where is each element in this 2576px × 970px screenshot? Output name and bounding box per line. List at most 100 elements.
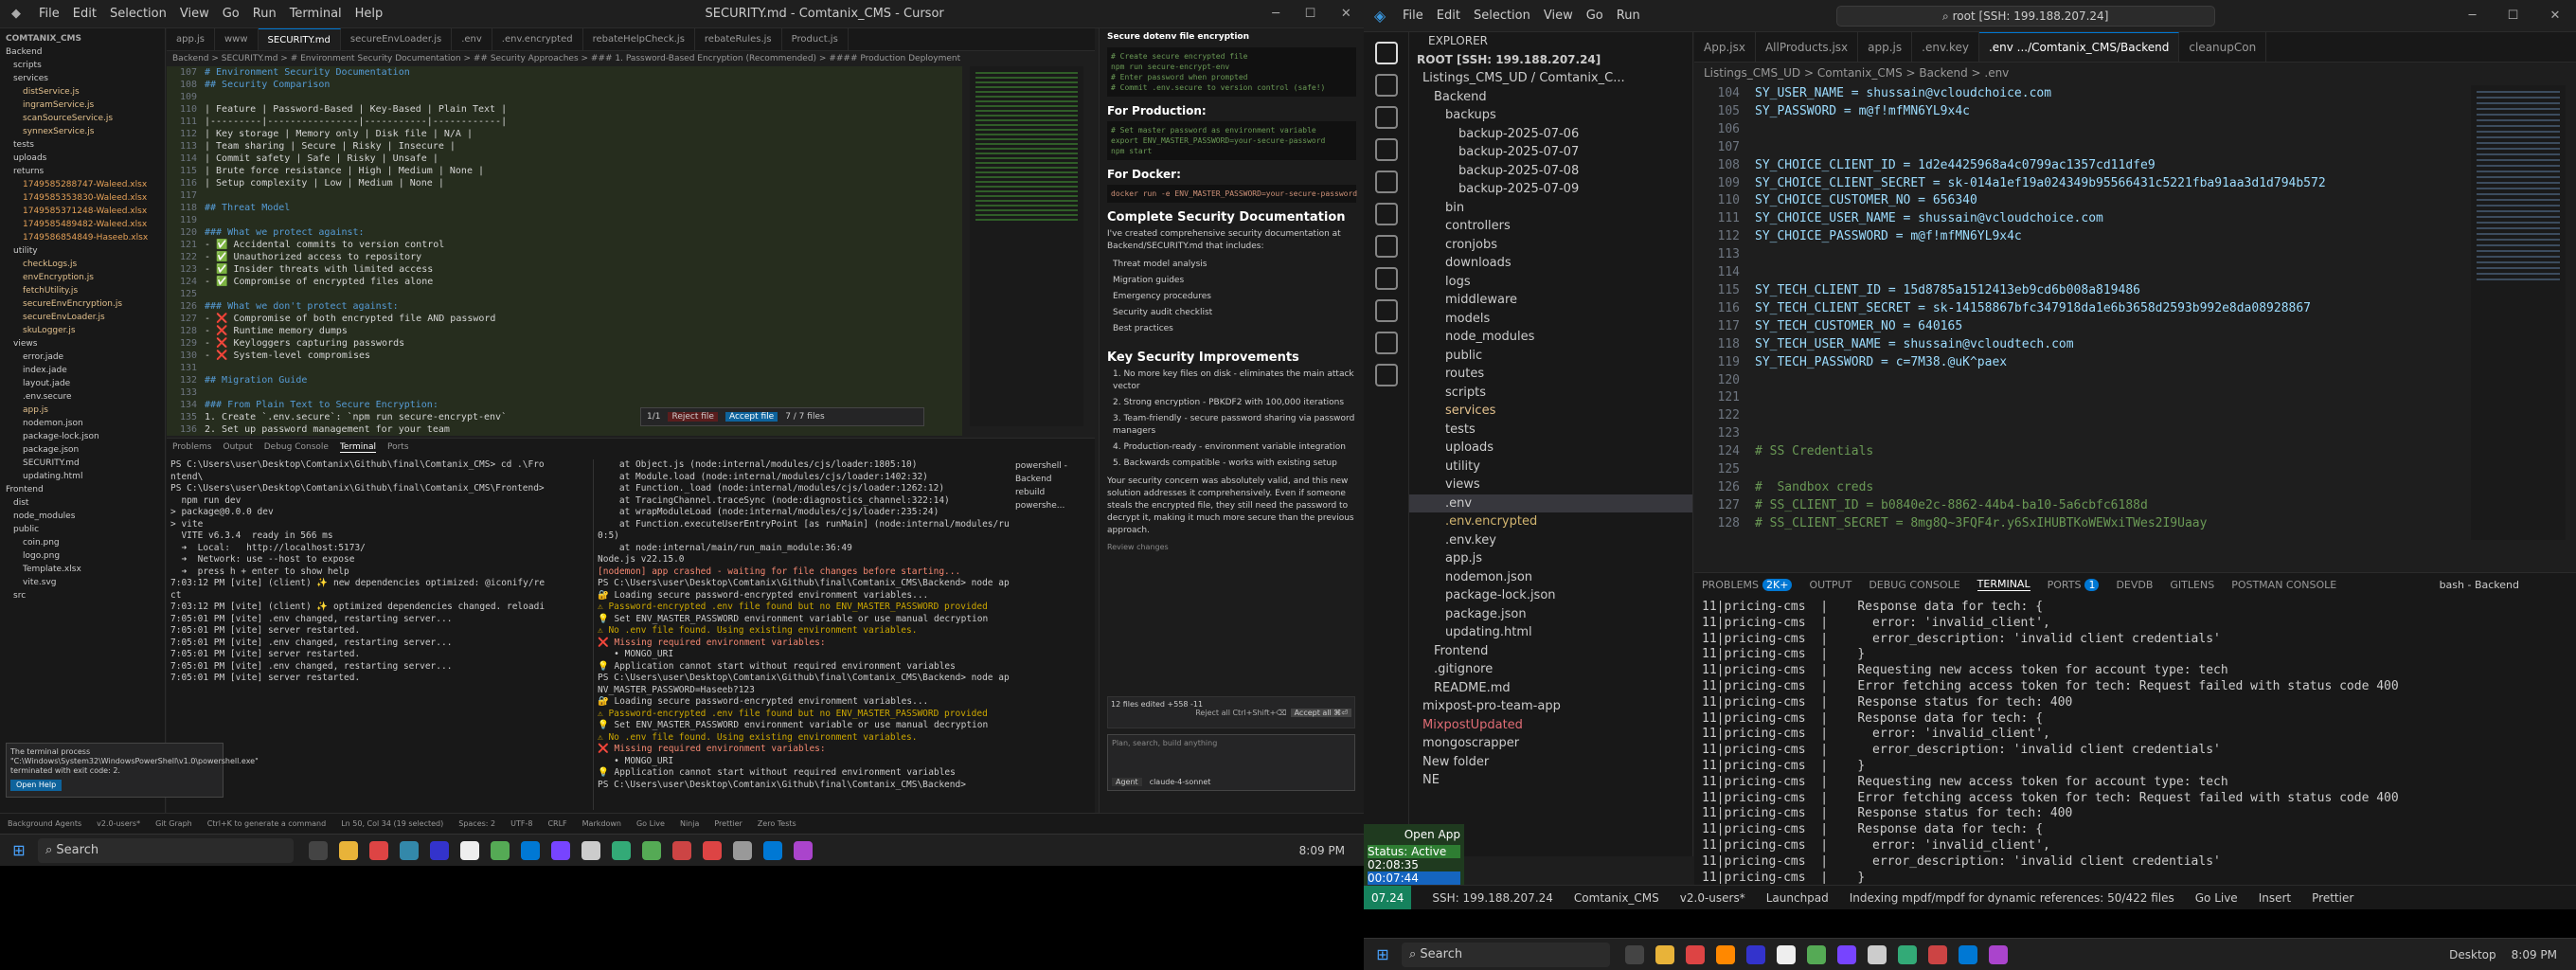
status-item[interactable]: Ctrl+K to generate a command bbox=[207, 819, 326, 828]
folder-item[interactable]: scripts bbox=[0, 59, 165, 72]
markdown-editor[interactable]: 107 # Environment Security Documentation 1… bbox=[167, 66, 962, 436]
panel-tab[interactable]: Problems bbox=[172, 442, 211, 452]
app-icon[interactable] bbox=[491, 840, 510, 860]
editor-tab[interactable]: .env.key bbox=[1912, 32, 1979, 62]
file-item[interactable]: .gitignore bbox=[1409, 660, 1692, 679]
search-icon[interactable] bbox=[1375, 74, 1398, 97]
env-editor[interactable]: 104 SY_USER_NAME = shussain@vcloudchoice.… bbox=[1694, 85, 2452, 559]
file-item[interactable]: layout.jade bbox=[0, 377, 165, 390]
panel-tab[interactable]: PORTS bbox=[2048, 579, 2082, 591]
editor-tab[interactable]: rebateRules.js bbox=[695, 28, 782, 50]
app-icon[interactable] bbox=[430, 840, 449, 860]
folder-item[interactable]: views bbox=[0, 337, 165, 350]
maximize-icon[interactable]: ☐ bbox=[2508, 9, 2519, 23]
vscode-icon[interactable] bbox=[1959, 944, 1977, 964]
panel-tab[interactable]: OUTPUT bbox=[1809, 579, 1852, 591]
chat-input-box[interactable]: Plan, search, build anything Agent claud… bbox=[1107, 734, 1355, 791]
folder-item[interactable]: services bbox=[0, 72, 165, 85]
file-item[interactable]: checkLogs.js bbox=[0, 258, 165, 271]
panel-tab[interactable]: Ports bbox=[387, 442, 409, 452]
folder-item[interactable]: backups bbox=[1409, 106, 1692, 125]
file-item[interactable]: backup-2025-07-07 bbox=[1409, 143, 1692, 162]
file-item[interactable]: package.json bbox=[1409, 605, 1692, 624]
taskbar-search[interactable]: ⌕ Search bbox=[38, 837, 294, 863]
menu-item[interactable]: Go bbox=[216, 7, 246, 21]
folder-item[interactable]: mongoscrapper bbox=[1409, 734, 1692, 753]
review-changes-link[interactable]: Review changes bbox=[1107, 543, 1356, 551]
editor-tab[interactable]: .env bbox=[452, 28, 492, 50]
folder-item[interactable]: controllers bbox=[1409, 217, 1692, 236]
folder-item[interactable]: src bbox=[0, 589, 165, 602]
app-icon[interactable] bbox=[460, 840, 479, 860]
editor-tab[interactable]: App.jsx bbox=[1694, 32, 1756, 62]
file-item[interactable]: nodemon.json bbox=[1409, 568, 1692, 587]
terminal-backend[interactable]: at Object.js (node:internal/modules/cjs/… bbox=[593, 459, 1010, 810]
app-icon[interactable] bbox=[1777, 944, 1796, 964]
editor-tab[interactable]: .env .../Comtanix_CMS/Backend bbox=[1978, 32, 2180, 62]
app-icon[interactable] bbox=[1928, 944, 1947, 964]
file-item[interactable]: app.js bbox=[0, 404, 165, 417]
menu-item[interactable]: View bbox=[1537, 9, 1580, 23]
task-view-icon[interactable] bbox=[1625, 944, 1644, 964]
root-folder[interactable]: ROOT [SSH: 199.188.207.24] bbox=[1409, 51, 1692, 70]
terminal-list-item[interactable]: powershell - Backend bbox=[1015, 459, 1095, 486]
python-icon[interactable] bbox=[1375, 299, 1398, 322]
panel-tab[interactable]: Output bbox=[223, 442, 252, 452]
status-item[interactable]: Background Agents bbox=[8, 819, 81, 828]
panel-tab[interactable]: TERMINAL bbox=[1977, 578, 2030, 591]
editor-tab[interactable]: SECURITY.md bbox=[258, 28, 341, 50]
open-app-button[interactable]: Open App bbox=[1368, 828, 1460, 841]
gitlens-icon[interactable] bbox=[1375, 332, 1398, 354]
file-item[interactable]: scanSourceService.js bbox=[0, 112, 165, 125]
terminal-name[interactable]: bash - Backend bbox=[2440, 579, 2519, 591]
folder-item[interactable]: downloads bbox=[1409, 254, 1692, 273]
cursor-app-icon[interactable] bbox=[1868, 944, 1887, 964]
accept-all-button[interactable]: Accept all ⌘⏎ bbox=[1290, 709, 1351, 717]
source-control-icon[interactable] bbox=[1375, 106, 1398, 129]
file-item[interactable]: Template.xlsx bbox=[0, 563, 165, 576]
folder-item[interactable]: dist bbox=[0, 496, 165, 510]
menu-item[interactable]: Edit bbox=[1430, 9, 1467, 23]
file-item[interactable]: .env.secure bbox=[0, 390, 165, 404]
windows-start-icon[interactable]: ⊞ bbox=[1364, 945, 1402, 963]
file-explorer-icon[interactable] bbox=[339, 840, 358, 860]
status-item[interactable]: Git Graph bbox=[155, 819, 192, 828]
folder-item[interactable]: tests bbox=[0, 138, 165, 152]
file-item[interactable]: .env.encrypted bbox=[1409, 512, 1692, 531]
file-item[interactable]: backup-2025-07-09 bbox=[1409, 180, 1692, 199]
folder-item[interactable]: public bbox=[0, 523, 165, 536]
app-icon[interactable] bbox=[672, 840, 691, 860]
menu-item[interactable]: Selection bbox=[1467, 9, 1537, 23]
app-icon[interactable] bbox=[1746, 944, 1765, 964]
panel-tab[interactable]: DEVDB bbox=[2116, 579, 2153, 591]
file-item[interactable]: envEncryption.js bbox=[0, 271, 165, 284]
app-icon[interactable] bbox=[400, 840, 419, 860]
folder-item[interactable]: returns bbox=[0, 165, 165, 178]
file-item[interactable]: skuLogger.js bbox=[0, 324, 165, 337]
app-icon[interactable] bbox=[1837, 944, 1856, 964]
terminal-list-item[interactable]: rebuild bbox=[1015, 486, 1095, 499]
app-icon[interactable] bbox=[1989, 944, 2008, 964]
file-item[interactable]: Listings_CMS_UD / Comtanix_C... bbox=[1409, 69, 1692, 88]
file-item[interactable]: package-lock.json bbox=[0, 430, 165, 443]
editor-tab[interactable]: www bbox=[215, 28, 259, 50]
folder-item[interactable]: uploads bbox=[0, 152, 165, 165]
editor-tab[interactable]: cleanupCon bbox=[2179, 32, 2267, 62]
menu-item[interactable]: Go bbox=[1580, 9, 1610, 23]
minimap[interactable] bbox=[970, 66, 1083, 426]
folder-item[interactable]: Frontend bbox=[0, 483, 165, 496]
remote-indicator[interactable]: 07.24 bbox=[1364, 886, 1412, 909]
status-item[interactable]: CRLF bbox=[547, 819, 566, 828]
panel-tab[interactable]: GITLENS bbox=[2170, 579, 2214, 591]
terminal[interactable]: 11|pricing-cms | Response data for tech:… bbox=[1702, 600, 2554, 884]
accept-file-button[interactable]: Accept file bbox=[724, 412, 778, 422]
reject-file-button[interactable]: Reject file bbox=[668, 412, 718, 422]
status-item[interactable]: Prettier bbox=[714, 819, 742, 828]
file-item[interactable]: 1749585489482-Waleed.xlsx bbox=[0, 218, 165, 231]
app-icon[interactable] bbox=[1716, 944, 1735, 964]
status-item[interactable]: Insert bbox=[2259, 891, 2291, 905]
folder-item[interactable]: scripts bbox=[1409, 384, 1692, 403]
editor-tab[interactable]: app.js bbox=[1858, 32, 1913, 62]
editor-tab[interactable]: AllProducts.jsx bbox=[1756, 32, 1859, 62]
file-item[interactable]: secureEnvLoader.js bbox=[0, 311, 165, 324]
